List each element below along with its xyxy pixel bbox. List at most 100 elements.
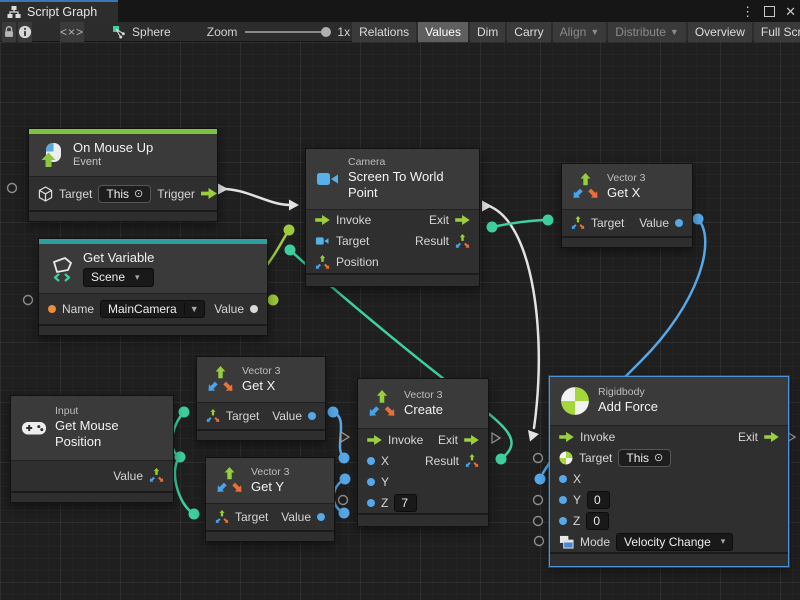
value-output-port[interactable] — [250, 305, 258, 313]
exec-arrow-icon[interactable] — [201, 188, 217, 199]
node-footer — [358, 513, 488, 526]
node-title: Add Force — [598, 399, 658, 415]
value-output-port[interactable] — [675, 219, 683, 227]
y-value-field[interactable]: 0 — [587, 491, 610, 509]
node-footer — [206, 530, 334, 541]
exec-arrow-icon[interactable] — [455, 215, 470, 225]
vector3-icon[interactable] — [149, 468, 164, 483]
wire-mouse-to-gety — [175, 457, 194, 514]
name-input-port[interactable] — [48, 305, 56, 313]
wire-exit-to-invoke — [489, 206, 539, 428]
variable-name-dropdown[interactable]: MainCamera ▼ — [100, 300, 205, 318]
z-value-field[interactable]: 0 — [586, 512, 609, 530]
graph-toolbar: <×> Sphere Zoom 1x Relations Values Dim … — [0, 22, 800, 42]
vector3-icon-large — [572, 173, 599, 200]
vector3-icon[interactable] — [206, 409, 220, 423]
chevron-down-icon: ▾ — [721, 536, 726, 547]
lock-icon — [2, 25, 16, 39]
target-label: Target — [59, 187, 92, 201]
variable-scope-dropdown[interactable]: Scene▾ — [83, 268, 154, 287]
graph-canvas[interactable]: On Mouse Up Event Target This⊙ Trigger — [0, 42, 800, 600]
zoom-slider-handle[interactable] — [321, 27, 331, 37]
exec-arrow-icon[interactable] — [367, 435, 382, 445]
toolbar-buttons: Relations Values Dim Carry Align▼ Distri… — [350, 22, 800, 42]
distribute-dropdown[interactable]: Distribute▼ — [608, 22, 686, 42]
vector3-icon[interactable] — [571, 216, 585, 230]
y-input-port[interactable] — [559, 496, 567, 504]
position-label: Position — [336, 255, 379, 269]
more-menu-icon[interactable]: ⋮ — [741, 5, 754, 18]
zoom-slider[interactable] — [245, 31, 329, 33]
node-on-mouse-up[interactable]: On Mouse Up Event Target This⊙ Trigger — [28, 128, 218, 222]
window-controls: ⋮ ✕ — [741, 0, 796, 22]
relations-button[interactable]: Relations — [352, 22, 416, 42]
rigidbody-icon — [560, 386, 590, 416]
node-category: Rigidbody — [598, 386, 658, 399]
node-footer — [562, 236, 692, 247]
node-subtitle: Event — [73, 156, 153, 170]
exec-arrow-icon[interactable] — [315, 215, 330, 225]
target-label: Target — [579, 451, 612, 465]
target-label: Target — [591, 216, 624, 230]
node-get-x-mid[interactable]: Vector 3 Get X Target Value — [196, 356, 326, 441]
graph-owner[interactable]: Sphere — [112, 25, 171, 39]
exec-arrow-icon[interactable] — [464, 435, 479, 445]
vector3-icon[interactable] — [455, 234, 470, 249]
values-button[interactable]: Values — [418, 22, 468, 42]
node-footer — [306, 273, 479, 286]
close-icon[interactable]: ✕ — [785, 5, 796, 18]
dim-button[interactable]: Dim — [470, 22, 505, 42]
overview-button[interactable]: Overview — [688, 22, 752, 42]
info-button[interactable] — [18, 22, 32, 42]
scope-icon: ⊙ — [134, 187, 143, 200]
z-value-field[interactable]: 7 — [394, 494, 417, 512]
code-view-button[interactable]: <×> — [60, 22, 84, 42]
x-input-port[interactable] — [367, 457, 375, 465]
target-this-pill[interactable]: This⊙ — [98, 185, 151, 203]
tab-title: Script Graph — [27, 5, 97, 19]
node-footer — [39, 324, 267, 335]
target-this-pill[interactable]: This⊙ — [618, 449, 671, 467]
value-label: Value — [281, 510, 311, 524]
carry-button[interactable]: Carry — [507, 22, 550, 42]
camera-icon — [316, 169, 340, 189]
node-title: Screen To World Point — [348, 169, 469, 202]
node-add-force[interactable]: Rigidbody Add Force Invoke Exit Target T… — [549, 376, 789, 567]
target-label: Target — [226, 409, 259, 423]
node-get-y[interactable]: Vector 3 Get Y Target Value — [205, 457, 335, 542]
exec-arrow-icon[interactable] — [764, 432, 779, 442]
node-category: Vector 3 — [242, 365, 281, 378]
node-footer — [29, 210, 217, 221]
value-output-port[interactable] — [308, 412, 316, 420]
tab-script-graph[interactable]: Script Graph — [0, 0, 118, 22]
invoke-label: Invoke — [388, 433, 423, 447]
zoom-value: 1x — [337, 25, 350, 39]
vector3-icon[interactable] — [465, 454, 479, 468]
full-screen-button[interactable]: Full Screen — [754, 22, 800, 42]
y-input-port[interactable] — [367, 478, 375, 486]
z-input-port[interactable] — [559, 517, 567, 525]
x-label: X — [573, 472, 581, 486]
value-output-port[interactable] — [317, 513, 325, 521]
exec-arrow-icon[interactable] — [559, 432, 574, 442]
align-dropdown[interactable]: Align▼ — [553, 22, 607, 42]
node-vector3-create[interactable]: Vector 3 Create Invoke Exit X Result Y Z… — [357, 378, 489, 527]
node-screen-to-world-point[interactable]: Camera Screen To World Point Invoke Exit… — [305, 148, 480, 287]
node-get-mouse-position[interactable]: Input Get Mouse Position Value — [10, 395, 174, 503]
mode-dropdown[interactable]: Velocity Change▾ — [616, 533, 733, 551]
node-get-x-top[interactable]: Vector 3 Get X Target Value — [561, 163, 693, 248]
y-label: Y — [381, 475, 389, 489]
scope-icon: ⊙ — [654, 451, 663, 464]
target-label: Target — [336, 234, 369, 248]
z-label: Z — [381, 496, 388, 510]
chevron-down-icon: ▼ — [590, 27, 599, 37]
vector3-icon[interactable] — [215, 510, 229, 524]
node-get-variable[interactable]: Get Variable Scene▾ Name MainCamera ▼ Va… — [38, 238, 268, 336]
x-input-port[interactable] — [559, 475, 567, 483]
node-title: Get Y — [251, 479, 290, 495]
chevron-down-icon: ▼ — [184, 303, 204, 315]
lock-button[interactable] — [2, 22, 16, 42]
variable-icon — [49, 256, 75, 282]
z-input-port[interactable] — [367, 499, 375, 507]
maximize-icon[interactable] — [764, 6, 775, 17]
